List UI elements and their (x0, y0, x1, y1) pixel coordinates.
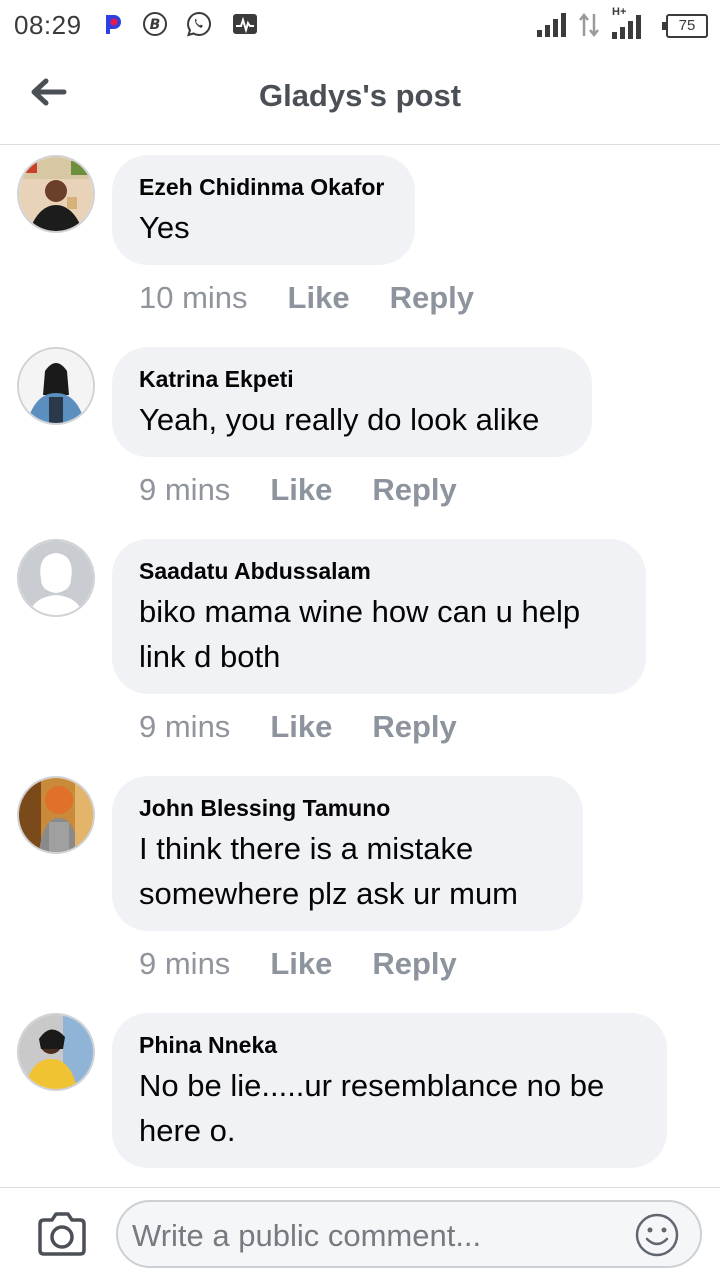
page-title: Gladys's post (258, 78, 462, 113)
comment-input-placeholder: Write a public comment... (132, 1218, 482, 1253)
like-button[interactable]: Like (288, 280, 350, 316)
avatar[interactable] (17, 155, 95, 233)
comment-bubble[interactable]: Phina Nneka No be lie.....ur resemblance… (112, 1013, 667, 1168)
battery-level: 75 (666, 14, 708, 38)
comment-bubble[interactable]: Katrina Ekpeti Yeah, you really do look … (112, 347, 592, 457)
comment-meta: 9 mins Like Reply (139, 946, 457, 982)
comment-text: Yeah, you really do look alike (139, 402, 540, 437)
reply-button[interactable]: Reply (372, 472, 456, 508)
camera-icon (38, 1212, 86, 1256)
comment-bubble[interactable]: Saadatu Abdussalam biko mama wine how ca… (112, 539, 646, 694)
comment-text: No be lie.....ur resemblance no be here … (139, 1068, 605, 1148)
avatar[interactable] (17, 776, 95, 854)
network-signal: H+ (608, 4, 650, 40)
comment-meta: 9 mins Like Reply (139, 709, 457, 745)
comment-author[interactable]: Saadatu Abdussalam (139, 557, 619, 585)
avatar-photo (19, 778, 93, 852)
data-transfer-icon (579, 12, 599, 38)
camera-button[interactable] (36, 1210, 88, 1258)
reply-button[interactable]: Reply (372, 946, 456, 982)
like-button[interactable]: Like (270, 472, 332, 508)
comment-input[interactable]: Write a public comment... (116, 1200, 702, 1268)
svg-text:B: B (150, 17, 161, 33)
b-circle-icon: B (143, 12, 167, 36)
whatsapp-icon (186, 11, 211, 37)
status-bar: 08:29 B H+ 75 (0, 0, 720, 50)
avatar[interactable] (17, 347, 95, 425)
reply-button[interactable]: Reply (390, 280, 474, 316)
signal-bars-icon (612, 15, 641, 39)
comment-bubble[interactable]: Ezeh Chidinma Okafor Yes (112, 155, 415, 265)
comment-text: biko mama wine how can u help link d bot… (139, 594, 581, 674)
p-app-icon (106, 15, 121, 34)
avatar-photo (19, 1015, 93, 1089)
activity-icon (233, 14, 257, 34)
app-header: Gladys's post (0, 50, 720, 145)
default-avatar-icon (19, 541, 93, 615)
battery-icon: 75 (662, 14, 708, 38)
emoji-button[interactable] (634, 1212, 680, 1258)
comment-time[interactable]: 9 mins (139, 709, 230, 745)
avatar-photo (19, 349, 93, 423)
like-button[interactable]: Like (270, 709, 332, 745)
smiley-icon (635, 1213, 679, 1257)
comment-author[interactable]: Phina Nneka (139, 1031, 640, 1059)
comment-composer: Write a public comment... (0, 1187, 720, 1280)
comment-time[interactable]: 9 mins (139, 946, 230, 982)
comment-meta: 9 mins Like Reply (139, 472, 457, 508)
comment-time[interactable]: 10 mins (139, 280, 248, 316)
status-time: 08:29 (14, 10, 82, 40)
comment-author[interactable]: John Blessing Tamuno (139, 794, 556, 822)
avatar[interactable] (17, 1013, 95, 1091)
comment-author[interactable]: Ezeh Chidinma Okafor (139, 173, 388, 201)
like-button[interactable]: Like (270, 946, 332, 982)
comment-text: Yes (139, 210, 190, 245)
comment-meta: 10 mins Like Reply (139, 280, 474, 316)
comment-text: I think there is a mistake somewhere plz… (139, 831, 519, 911)
comment-time[interactable]: 9 mins (139, 472, 230, 508)
comment-author[interactable]: Katrina Ekpeti (139, 365, 565, 393)
comment-list[interactable]: Ezeh Chidinma Okafor Yes 10 mins Like Re… (0, 145, 720, 1187)
comment-bubble[interactable]: John Blessing Tamuno I think there is a … (112, 776, 583, 931)
reply-button[interactable]: Reply (372, 709, 456, 745)
avatar-photo (19, 157, 93, 231)
signal-strength-icon (537, 13, 566, 37)
avatar[interactable] (17, 539, 95, 617)
